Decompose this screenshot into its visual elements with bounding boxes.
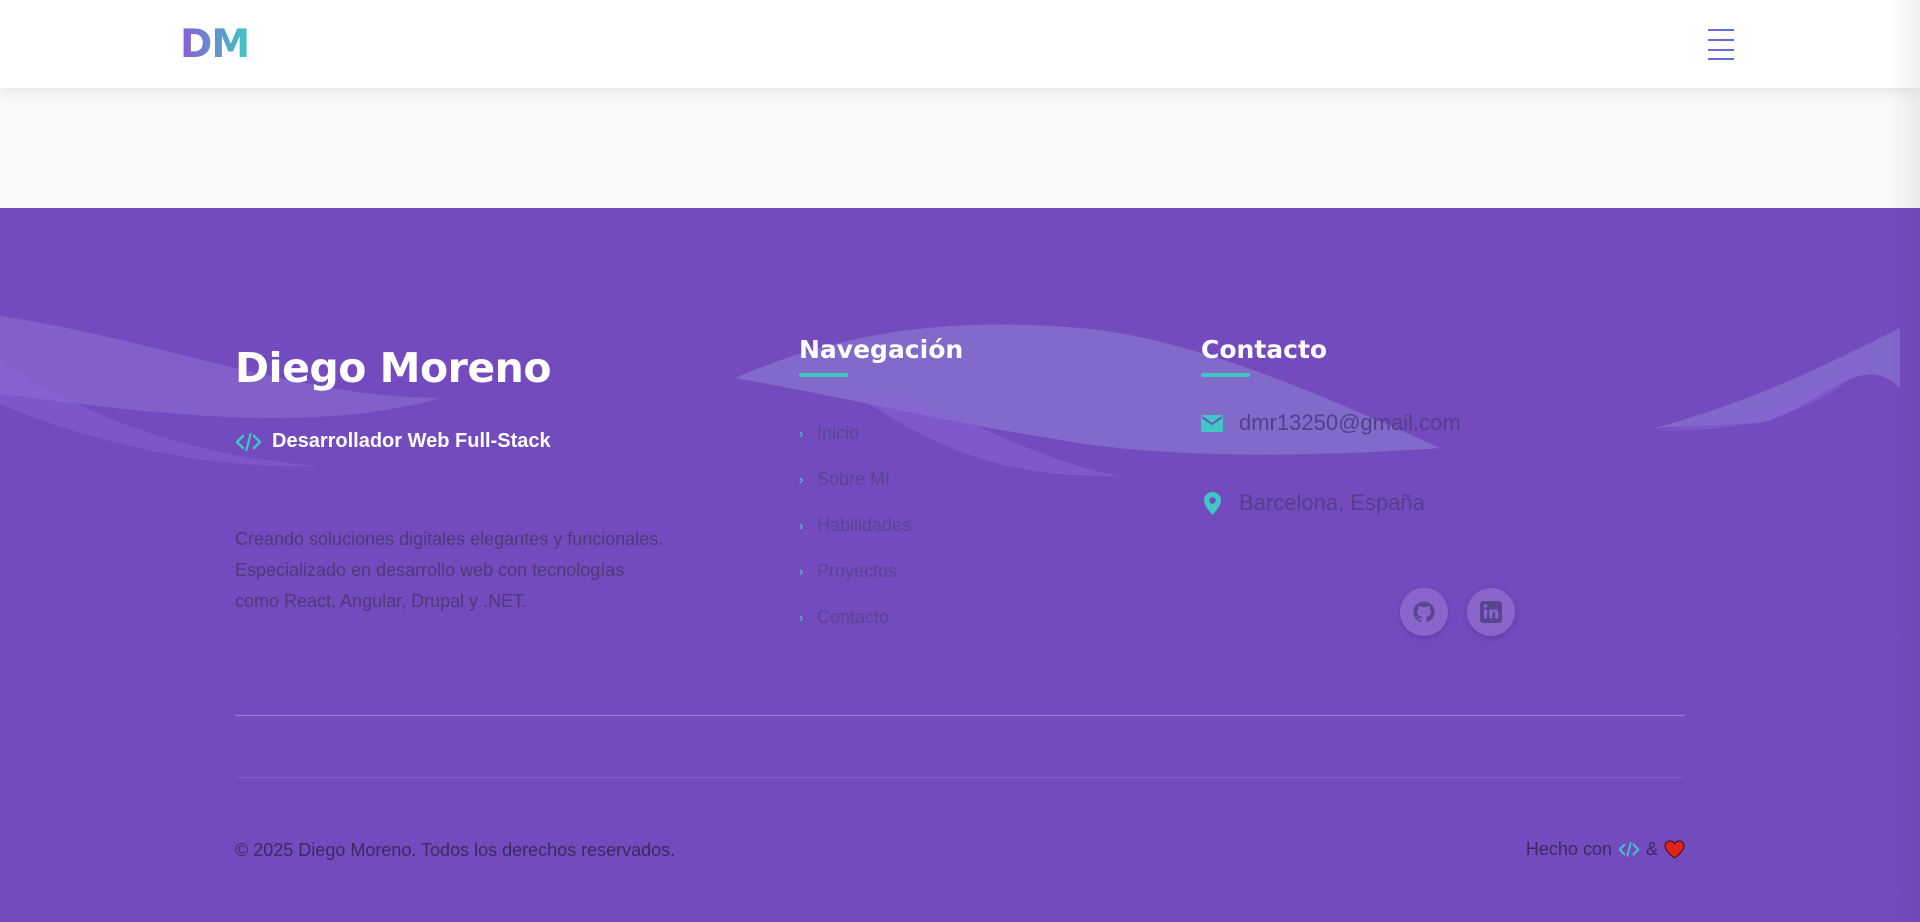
- contact-email-row[interactable]: dmr13250@gmail.com: [1201, 410, 1461, 436]
- site-footer: Diego Moreno Desarrollador Web Full-Stac…: [0, 208, 1920, 922]
- map-pin-icon: [1201, 491, 1223, 515]
- copyright-text: © 2025 Diego Moreno. Todos los derechos …: [235, 840, 676, 860]
- footer-nav-label: Contacto: [817, 606, 890, 627]
- chevron-right-icon: ›: [799, 425, 804, 441]
- code-icon: [235, 432, 262, 451]
- envelope-icon: [1201, 412, 1223, 434]
- code-icon: [1618, 842, 1640, 857]
- menu-line: [1708, 39, 1734, 41]
- contact-email: dmr13250@gmail.com: [1239, 410, 1461, 435]
- footer-divider-secondary: [235, 777, 1685, 778]
- navigation-heading-underline: [799, 373, 848, 377]
- contact-location: Barcelona, España: [1239, 490, 1425, 515]
- footer-nav-item-inicio[interactable]: › Inicio: [799, 410, 911, 456]
- github-icon: [1413, 601, 1435, 623]
- footer-nav-label: Inicio: [817, 422, 860, 443]
- footer-brand-name: Diego Moreno: [235, 344, 552, 392]
- contact-heading-underline: [1201, 373, 1250, 377]
- footer-role-text: Desarrollador Web Full-Stack: [272, 430, 551, 452]
- chevron-right-icon: ›: [799, 609, 804, 625]
- contact-heading: Contacto: [1201, 335, 1328, 364]
- footer-nav-label: Habilidades: [817, 514, 912, 535]
- top-navbar: DM: [0, 0, 1920, 88]
- made-with-prefix: Hecho con: [1525, 839, 1612, 859]
- logo[interactable]: DM: [180, 22, 250, 67]
- chevron-right-icon: ›: [799, 471, 804, 487]
- footer-nav-item-proyectos[interactable]: › Proyectos: [799, 548, 911, 594]
- github-link[interactable]: [1400, 588, 1448, 636]
- menu-line: [1708, 58, 1734, 60]
- footer-nav-item-contacto[interactable]: › Contacto: [799, 594, 911, 640]
- footer-nav-label: Proyectos: [817, 560, 898, 581]
- made-with: Hecho con &: [1526, 839, 1685, 860]
- hamburger-menu-button[interactable]: [1708, 28, 1734, 60]
- footer-nav-item-habilidades[interactable]: › Habilidades: [799, 502, 911, 548]
- footer-role: Desarrollador Web Full-Stack: [235, 430, 551, 453]
- navigation-heading: Navegación: [799, 335, 964, 364]
- made-with-ampersand: &: [1645, 839, 1658, 859]
- contact-location-row: Barcelona, España: [1201, 490, 1425, 516]
- footer-nav-item-sobre-mi[interactable]: › Sobre Mí: [799, 456, 911, 502]
- footer-divider: [235, 715, 1685, 716]
- linkedin-link[interactable]: [1467, 588, 1515, 636]
- menu-line: [1708, 49, 1734, 51]
- footer-description: Creando soluciones digitales elegantes y…: [235, 529, 664, 611]
- chevron-right-icon: ›: [799, 517, 804, 533]
- linkedin-icon: [1480, 601, 1502, 623]
- footer-nav-label: Sobre Mí: [817, 468, 891, 489]
- chevron-right-icon: ›: [799, 563, 804, 579]
- footer-nav-list: › Inicio › Sobre Mí › Habilidades › Proyecto…: [799, 410, 911, 640]
- menu-line: [1708, 29, 1734, 31]
- heart-icon: [1664, 840, 1685, 859]
